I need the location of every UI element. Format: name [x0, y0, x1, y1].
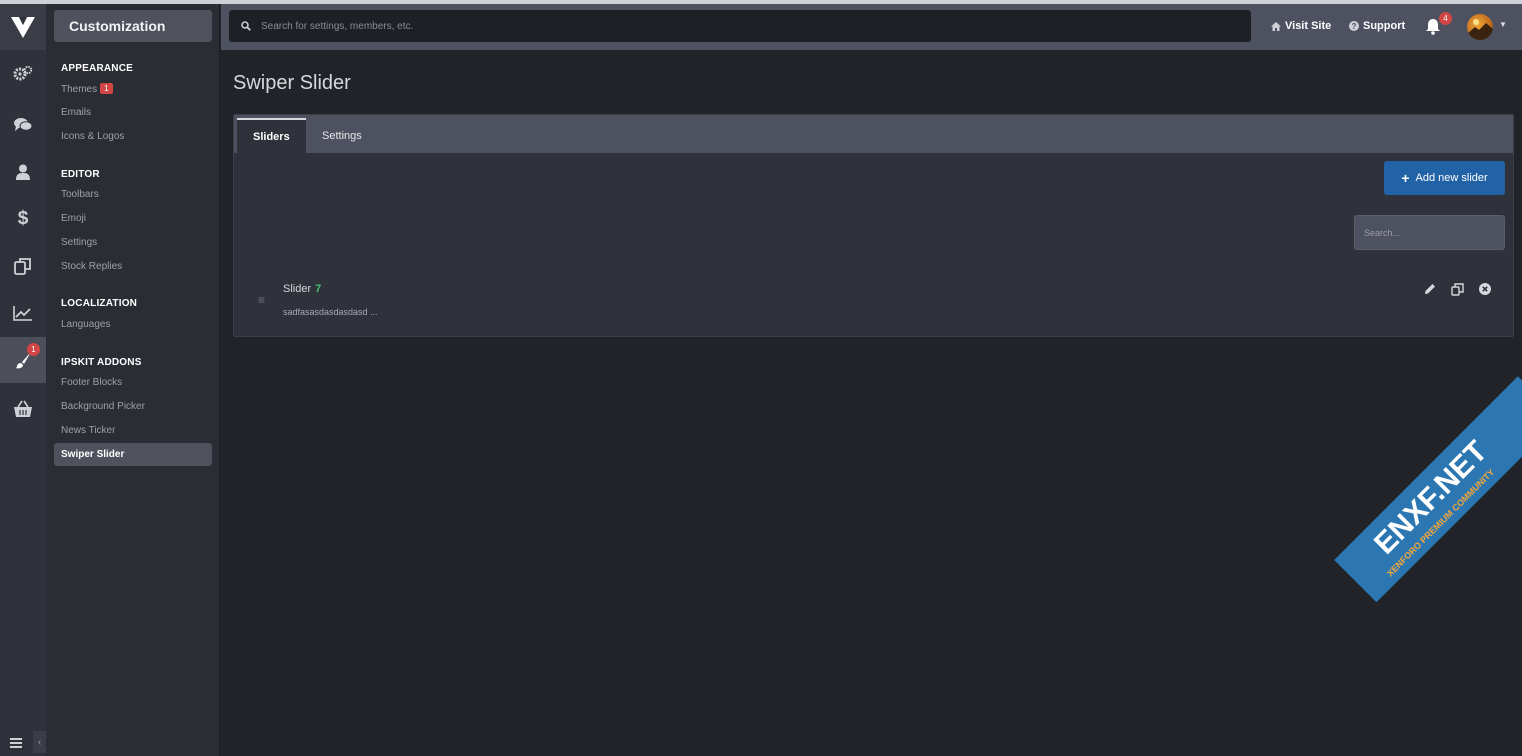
filter-input[interactable]: [1354, 215, 1505, 250]
page-title: Swiper Slider: [233, 72, 351, 94]
sidebar-item-settings[interactable]: Settings: [61, 237, 97, 248]
gears-icon[interactable]: [0, 50, 46, 96]
group-title-appearance: APPEARANCE: [61, 63, 134, 74]
bell-icon[interactable]: [1425, 18, 1441, 40]
sidebar-item-languages[interactable]: Languages: [61, 319, 111, 330]
tab-settings[interactable]: Settings: [306, 118, 378, 153]
slider-title-label: Slider: [283, 283, 312, 295]
sidebar-item-themes[interactable]: Themes 1: [61, 83, 113, 95]
menu-icon[interactable]: [10, 735, 22, 753]
tab-sliders[interactable]: Sliders: [237, 118, 306, 153]
enxf-watermark: ENXF.NET XENFORO PREMIUM COMMUNITY: [1334, 376, 1522, 603]
support-label: Support: [1363, 20, 1406, 32]
delete-icon[interactable]: [1477, 281, 1493, 297]
sidebar-item-background-picker[interactable]: Background Picker: [61, 401, 145, 412]
rail-footer: ‹: [0, 728, 46, 756]
avatar[interactable]: [1467, 14, 1493, 40]
comments-icon[interactable]: [0, 102, 46, 148]
sidebar-item-emoji[interactable]: Emoji: [61, 213, 86, 224]
sidebar-item-toolbars[interactable]: Toolbars: [61, 189, 99, 200]
sidebar-item-footer-blocks[interactable]: Footer Blocks: [61, 377, 122, 388]
add-new-slider-label: Add new slider: [1415, 172, 1488, 184]
notifications-badge: 4: [1439, 12, 1452, 25]
slider-description: sadfasasdasdasdasd ...: [283, 307, 378, 317]
copy-icon[interactable]: [0, 243, 46, 289]
sidebar-item-icons-logos[interactable]: Icons & Logos: [61, 131, 124, 142]
sidebar-item-emails[interactable]: Emails: [61, 107, 91, 118]
sidebar-item-label: Themes: [61, 84, 98, 95]
search-icon: [241, 21, 251, 31]
sidebar: Customization APPEARANCE Themes 1 Emails …: [46, 4, 220, 756]
tab-bar: Sliders Settings: [234, 115, 1513, 153]
sidebar-header[interactable]: Customization: [54, 10, 212, 42]
brush-badge: 1: [27, 343, 40, 356]
slider-title[interactable]: Slider 7: [283, 283, 321, 295]
sidebar-item-stock-replies[interactable]: Stock Replies: [61, 261, 122, 272]
group-title-editor: EDITOR: [61, 169, 100, 180]
drag-handle-icon[interactable]: ≡: [258, 293, 265, 307]
group-title-localization: LOCALIZATION: [61, 298, 138, 309]
slider-count: 7: [315, 283, 322, 295]
sliders-panel: Sliders Settings + Add new slider ≡ Slid…: [233, 114, 1514, 337]
chart-icon[interactable]: [0, 290, 46, 336]
add-new-slider-button[interactable]: + Add new slider: [1384, 161, 1505, 195]
global-search[interactable]: [229, 10, 1251, 42]
dollar-icon[interactable]: $: [0, 196, 46, 242]
sidebar-item-news-ticker[interactable]: News Ticker: [61, 425, 115, 436]
logo-icon[interactable]: [0, 4, 46, 50]
basket-icon[interactable]: [0, 386, 46, 432]
support-link[interactable]: ? Support: [1349, 20, 1405, 32]
group-title-ipskit-addons: IPSKIT ADDONS: [61, 357, 142, 368]
question-circle-icon: ?: [1349, 21, 1359, 31]
copy-icon[interactable]: [1449, 281, 1465, 297]
top-bar: Visit Site ? Support 4 ▼: [221, 4, 1522, 50]
user-icon[interactable]: [0, 149, 46, 195]
sidebar-item-swiper-slider[interactable]: Swiper Slider: [54, 443, 212, 466]
visit-site-link[interactable]: Visit Site: [1271, 20, 1331, 32]
home-icon: [1271, 21, 1281, 31]
brush-icon[interactable]: 1: [0, 337, 46, 383]
chevron-down-icon[interactable]: ▼: [1499, 20, 1507, 29]
edit-icon[interactable]: [1422, 281, 1438, 297]
search-input[interactable]: [261, 20, 1161, 32]
icon-rail: $ 1 ‹: [0, 4, 46, 756]
list-item[interactable]: ≡ Slider 7 sadfasasdasdasdasd ...: [234, 265, 1513, 335]
collapse-sidebar-icon[interactable]: ‹: [33, 731, 46, 753]
themes-badge: 1: [100, 83, 113, 94]
visit-site-label: Visit Site: [1285, 20, 1332, 32]
plus-icon: +: [1401, 170, 1410, 186]
svg-text:?: ?: [1352, 22, 1357, 31]
